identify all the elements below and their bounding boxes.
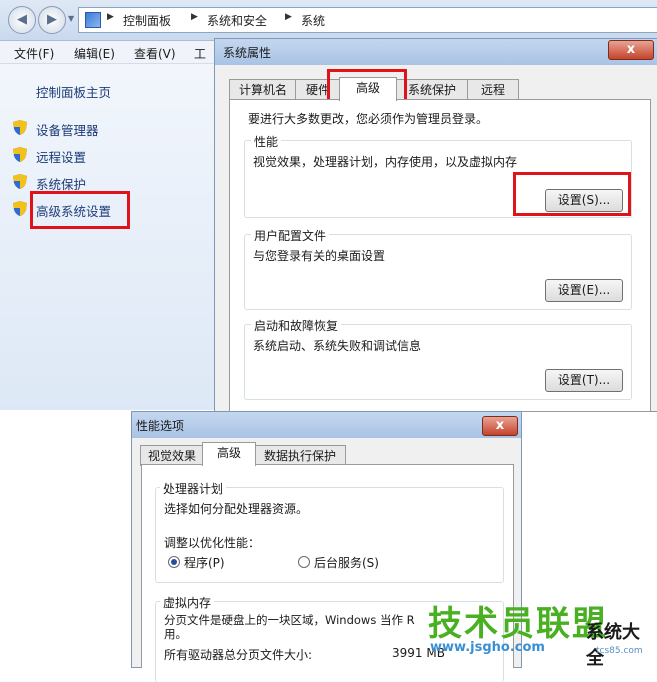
- close-button[interactable]: x: [482, 416, 518, 436]
- left-pane-item-remote-settings[interactable]: 远程设置: [36, 147, 86, 166]
- group-description: 视觉效果，处理器计划，内存使用，以及虚拟内存: [253, 155, 518, 169]
- tab-advanced[interactable]: 高级: [339, 77, 397, 101]
- dialog-title-bar: 性能选项 x: [132, 412, 521, 438]
- tab-remote[interactable]: 远程: [467, 79, 519, 100]
- recent-pages-chevron-icon[interactable]: ▼: [68, 14, 74, 23]
- group-label: 处理器计划: [160, 480, 227, 497]
- radio-programs[interactable]: [168, 556, 180, 568]
- user-profiles-settings-button[interactable]: 设置(E)...: [545, 279, 623, 302]
- highlight-performance-settings-button: [513, 172, 631, 216]
- group-description: 选择如何分配处理器资源。: [164, 502, 309, 516]
- group-label: 用户配置文件: [251, 227, 330, 244]
- shield-icon: [13, 174, 27, 189]
- group-description-line2: 用。: [164, 627, 187, 641]
- address-bar[interactable]: ▶ 控制面板 ▶ 系统和安全 ▶ 系统: [78, 7, 657, 33]
- radio-background-services-label[interactable]: 后台服务(S): [314, 554, 379, 571]
- tab-data-execution-prevention[interactable]: 数据执行保护: [254, 445, 346, 466]
- user-profiles-group: 用户配置文件 与您登录有关的桌面设置 设置(E)...: [244, 227, 632, 310]
- forward-button[interactable]: ▶: [38, 6, 66, 34]
- tab-advanced[interactable]: 高级: [202, 442, 256, 466]
- watermark-brand: 技术员联盟: [428, 604, 608, 644]
- group-label: 性能: [251, 133, 282, 150]
- menu-view[interactable]: 查看(V): [134, 45, 176, 62]
- admin-note: 要进行大多数更改，您必须作为管理员登录。: [248, 112, 489, 126]
- control-panel-home-link[interactable]: 控制面板主页: [36, 82, 111, 101]
- tab-bar: 计算机名 硬件 高级 系统保护 远程: [229, 77, 649, 101]
- explorer-title-bar: ◀ ▶ ▼ ▶ 控制面板 ▶ 系统和安全 ▶ 系统: [0, 0, 657, 41]
- left-pane-item-device-manager[interactable]: 设备管理器: [36, 120, 99, 139]
- highlight-advanced-system-settings: [30, 191, 130, 229]
- breadcrumb-separator-icon: ▶: [191, 12, 198, 22]
- dialog-title: 性能选项: [136, 419, 185, 433]
- menu-file[interactable]: 文件(F): [14, 45, 54, 62]
- shield-icon: [13, 201, 27, 216]
- watermark-side-small: tcs85.com: [596, 646, 643, 656]
- group-description: 与您登录有关的桌面设置: [253, 249, 386, 263]
- startup-settings-button[interactable]: 设置(T)...: [545, 369, 623, 392]
- dialog-title: 系统属性: [223, 46, 272, 60]
- menu-tools[interactable]: 工: [194, 45, 206, 62]
- breadcrumb-item[interactable]: 控制面板: [123, 12, 171, 29]
- breadcrumb-separator-icon: ▶: [107, 12, 114, 22]
- forward-arrow-icon: ▶: [47, 12, 57, 27]
- shield-icon: [13, 120, 27, 135]
- watermark-side: 系统大全: [586, 622, 640, 669]
- group-description: 系统启动、系统失败和调试信息: [253, 339, 422, 353]
- breadcrumb-separator-icon: ▶: [285, 12, 292, 22]
- breadcrumb-item[interactable]: 系统和安全: [207, 12, 267, 29]
- close-icon: x: [626, 42, 636, 57]
- adjust-label: 调整以优化性能：: [164, 536, 261, 550]
- group-label: 虚拟内存: [160, 594, 215, 611]
- group-description-line1: 分页文件是硬盘上的一块区域，Windows 当作 R: [164, 613, 415, 627]
- radio-selected-dot: [171, 559, 177, 565]
- system-properties-dialog: 系统属性 x 计算机名 硬件 高级 系统保护 远程 要进行大多数更改，您必须作为…: [214, 38, 657, 412]
- watermark-url: www.jsgho.com: [430, 640, 545, 655]
- radio-programs-label[interactable]: 程序(P): [184, 554, 225, 571]
- left-task-pane: 控制面板主页 设备管理器 远程设置 系统保护 高级系统设置: [0, 64, 215, 410]
- group-label: 启动和故障恢复: [251, 317, 342, 334]
- tab-computer-name[interactable]: 计算机名: [229, 79, 297, 100]
- dialog-title-bar: 系统属性 x: [215, 39, 657, 65]
- tab-visual-effects[interactable]: 视觉效果: [140, 445, 204, 466]
- total-paging-size-label: 所有驱动器总分页文件大小:: [164, 648, 313, 662]
- startup-recovery-group: 启动和故障恢复 系统启动、系统失败和调试信息 设置(T)...: [244, 317, 632, 400]
- menu-edit[interactable]: 编辑(E): [74, 45, 115, 62]
- close-button[interactable]: x: [608, 40, 654, 60]
- back-button[interactable]: ◀: [8, 6, 36, 34]
- processor-scheduling-group: 处理器计划 选择如何分配处理器资源。 调整以优化性能： 程序(P) 后台服务(S…: [155, 480, 504, 583]
- back-arrow-icon: ◀: [17, 12, 27, 27]
- close-icon: x: [495, 418, 505, 433]
- radio-background-services[interactable]: [298, 556, 310, 568]
- advanced-tab-panel: 要进行大多数更改，您必须作为管理员登录。 性能 视觉效果，处理器计划，内存使用，…: [229, 99, 651, 412]
- shield-icon: [13, 147, 27, 162]
- breadcrumb-item[interactable]: 系统: [301, 12, 325, 29]
- control-panel-icon: [85, 12, 101, 28]
